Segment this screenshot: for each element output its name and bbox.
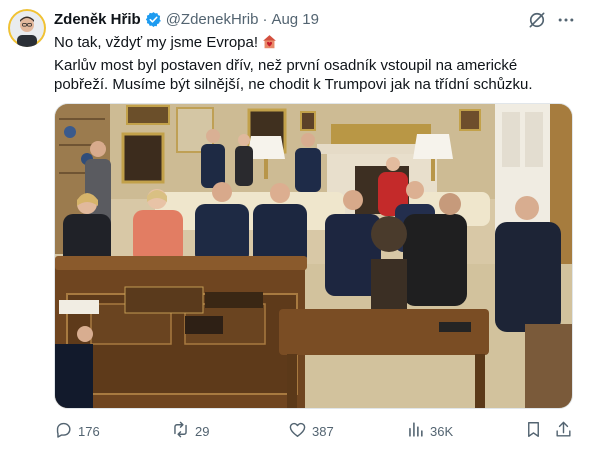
- repost-count: 29: [195, 423, 210, 439]
- post-date[interactable]: Aug 19: [271, 11, 319, 28]
- more-icon[interactable]: [556, 10, 576, 30]
- like-count: 387: [312, 423, 334, 439]
- post-line-3: pobřeží. Musíme být silnější, ne chodit …: [54, 76, 533, 93]
- share-button[interactable]: [554, 420, 573, 442]
- verified-badge-icon[interactable]: [145, 11, 162, 28]
- views-count: 36K: [430, 423, 454, 439]
- reply-button[interactable]: 176: [54, 420, 100, 442]
- like-icon: [288, 420, 307, 442]
- post-text: No tak, vždyť my jsme Evropa! Karlův mos…: [54, 33, 574, 95]
- share-icon: [554, 420, 573, 442]
- post-line-2: Karlův most byl postaven dřív, než první…: [54, 56, 518, 74]
- reply-count: 176: [78, 423, 100, 439]
- post-line-text: No tak, vždyť my jsme Evropa!: [54, 34, 259, 51]
- post-line: No tak, vždyť my jsme Evropa!: [54, 33, 574, 56]
- avatar[interactable]: [8, 9, 46, 47]
- post-photo[interactable]: [54, 103, 573, 409]
- author-name[interactable]: Zdeněk Hřib: [54, 11, 141, 28]
- views-button[interactable]: 36K: [406, 420, 453, 442]
- house-with-heart-icon: [261, 33, 278, 56]
- repost-icon: [171, 420, 190, 442]
- grok-icon[interactable]: [527, 10, 547, 30]
- author-handle[interactable]: @ZdenekHrib: [166, 11, 259, 28]
- like-button[interactable]: 387: [288, 420, 334, 442]
- action-bar: 176 29 387 36K: [54, 420, 576, 442]
- bookmark-button[interactable]: [524, 420, 543, 442]
- tweet-header: Zdeněk Hřib @ZdenekHrib · Aug 19: [54, 8, 319, 30]
- views-icon: [406, 420, 425, 442]
- separator-dot: ·: [262, 10, 268, 28]
- tweet[interactable]: Zdeněk Hřib @ZdenekHrib · Aug 19 No tak,…: [0, 0, 599, 458]
- reply-icon: [54, 420, 73, 442]
- repost-button[interactable]: 29: [171, 420, 209, 442]
- bookmark-icon: [524, 420, 543, 442]
